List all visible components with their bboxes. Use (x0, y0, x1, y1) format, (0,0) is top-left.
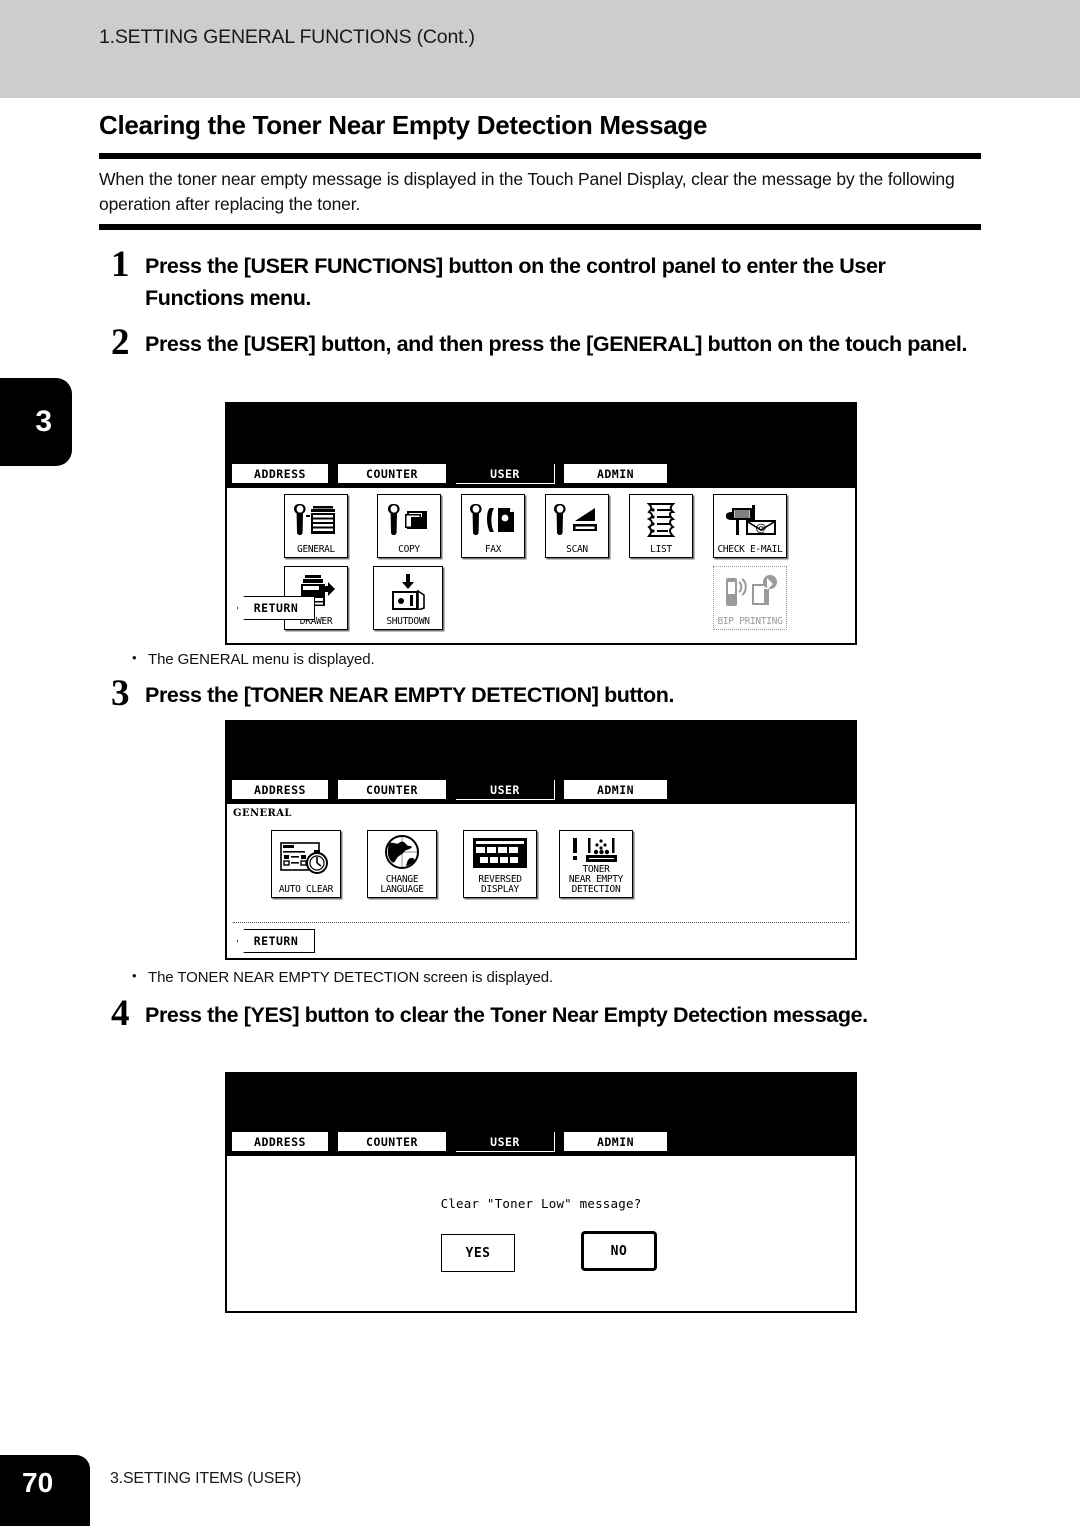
panel-titlebar: ADDRESS COUNTER USER ADMIN (227, 722, 855, 804)
touch-panel-general-menu: ADDRESS COUNTER USER ADMIN GENERAL AUTO … (225, 720, 857, 960)
step-2-number: 2 (111, 322, 130, 363)
power-switch-icon (374, 567, 442, 617)
intro-paragraph: When the toner near empty message is dis… (99, 169, 955, 214)
tab-user[interactable]: USER (454, 778, 556, 801)
key-bip-printing[interactable]: BIP PRINTING (713, 566, 787, 630)
panel-tab-row: ADDRESS COUNTER USER ADMIN (227, 778, 668, 801)
wrench-scanner-icon (546, 495, 608, 545)
tab-counter[interactable]: COUNTER (337, 779, 447, 800)
yes-button[interactable]: YES (441, 1234, 515, 1272)
tab-counter[interactable]: COUNTER (337, 1131, 447, 1152)
key-label: GENERAL (297, 544, 335, 555)
tab-admin[interactable]: ADMIN (563, 463, 668, 484)
caption-1: The GENERAL menu is displayed. (132, 650, 375, 668)
key-label: SCAN (566, 544, 588, 555)
key-label: CHECK E-MAIL (717, 544, 783, 555)
touch-panel-user-menu: ADDRESS COUNTER USER ADMIN GENERAL COPY … (225, 402, 857, 645)
step-4: 4 Press the [YES] button to clear the To… (99, 995, 989, 1032)
step-2-text: Press the [USER] button, and then press … (145, 332, 968, 356)
no-button[interactable]: NO (582, 1232, 656, 1270)
key-label: LIST (650, 544, 672, 555)
panel-tab-row: ADDRESS COUNTER USER ADMIN (227, 1130, 668, 1153)
divider-dotted (233, 922, 849, 923)
panel-tab-row: ADDRESS COUNTER USER ADMIN (227, 462, 668, 485)
footer-page-tab: 70 (0, 1455, 90, 1526)
panel-body: GENERAL (227, 488, 855, 643)
key-reversed-display[interactable]: REVERSED DISPLAY (463, 830, 537, 898)
tab-address[interactable]: ADDRESS (231, 463, 329, 484)
wrench-copier-icon (285, 495, 347, 545)
svg-text:@: @ (756, 522, 767, 535)
divider-top (99, 153, 981, 159)
key-check-email[interactable]: @ CHECK E-MAIL (713, 494, 787, 558)
tab-user[interactable]: USER (454, 1130, 556, 1153)
panel-titlebar: ADDRESS COUNTER USER ADMIN (227, 404, 855, 488)
key-label: CHANGE LANGUAGE (380, 874, 424, 895)
panel-body: GENERAL (227, 804, 855, 958)
page-number: 70 (22, 1467, 54, 1498)
page-title: Clearing the Toner Near Empty Detection … (99, 110, 708, 140)
key-auto-clear[interactable]: AUTO CLEAR (271, 830, 341, 898)
panel-titlebar: ADDRESS COUNTER USER ADMIN (227, 1074, 855, 1156)
key-label: FAX (484, 544, 502, 555)
breadcrumb: GENERAL (233, 808, 292, 819)
document-list-icon (630, 495, 692, 545)
header-band (0, 0, 1080, 98)
key-label: AUTO CLEAR (278, 884, 334, 895)
key-list[interactable]: LIST (629, 494, 693, 558)
panel-body: Clear "Toner Low" message? YES NO (227, 1156, 855, 1311)
window-stopwatch-icon (272, 831, 340, 885)
footer-chapter: 3.SETTING ITEMS (USER) (110, 1470, 302, 1487)
key-change-language[interactable]: CHANGE LANGUAGE (367, 830, 437, 898)
key-fax[interactable]: FAX (461, 494, 525, 558)
confirm-message: Clear "Toner Low" message? (440, 1196, 642, 1211)
step-2: 2 Press the [USER] button, and then pres… (99, 324, 989, 361)
step-3-number: 3 (111, 673, 130, 714)
running-head: 1.SETTING GENERAL FUNCTIONS (Cont.) (99, 26, 475, 48)
manual-page: 1.SETTING GENERAL FUNCTIONS (Cont.) Clea… (0, 0, 1080, 1526)
return-button[interactable]: RETURN (237, 596, 315, 620)
toner-empty-icon (560, 835, 632, 865)
key-shutdown[interactable]: SHUTDOWN (373, 566, 443, 630)
key-copy[interactable]: COPY (377, 494, 441, 558)
tab-admin[interactable]: ADMIN (563, 1131, 668, 1152)
key-toner-near-empty-detection[interactable]: TONER NEAR EMPTY DETECTION (559, 830, 633, 898)
return-button[interactable]: RETURN (237, 929, 315, 953)
caption-2: The TONER NEAR EMPTY DETECTION screen is… (132, 968, 553, 986)
step-4-number: 4 (111, 993, 130, 1034)
divider-bottom (99, 224, 981, 230)
tab-counter[interactable]: COUNTER (337, 463, 447, 484)
step-1-number: 1 (111, 244, 130, 285)
key-label: BIP PRINTING (717, 616, 783, 627)
key-label: TONER NEAR EMPTY DETECTION (568, 864, 624, 895)
key-label: REVERSED DISPLAY (478, 874, 522, 895)
tab-address[interactable]: ADDRESS (231, 1131, 329, 1152)
tab-user[interactable]: USER (454, 462, 556, 485)
chapter-tab: 3 (0, 378, 72, 466)
step-4-text: Press the [YES] button to clear the Tone… (145, 1003, 868, 1027)
mailbox-at-icon: @ (714, 495, 786, 545)
step-1-text: Press the [USER FUNCTIONS] button on the… (145, 254, 886, 310)
key-label: COPY (398, 544, 420, 555)
key-label: SHUTDOWN (386, 616, 430, 627)
key-scan[interactable]: SCAN (545, 494, 609, 558)
bluetooth-phone-print-icon (714, 567, 786, 617)
tab-admin[interactable]: ADMIN (563, 779, 668, 800)
tab-address[interactable]: ADDRESS (231, 779, 329, 800)
chapter-tab-number: 3 (35, 405, 52, 438)
step-3-text: Press the [TONER NEAR EMPTY DETECTION] b… (145, 683, 675, 707)
touch-panel-confirm: ADDRESS COUNTER USER ADMIN Clear "Toner … (225, 1072, 857, 1313)
step-3: 3 Press the [TONER NEAR EMPTY DETECTION]… (99, 675, 989, 712)
step-1: 1 Press the [USER FUNCTIONS] button on t… (99, 246, 989, 314)
wrench-page-icon (378, 495, 440, 545)
inverted-panel-icon (464, 831, 536, 875)
globe-icon (368, 831, 436, 875)
wrench-fax-icon (462, 495, 524, 545)
key-general[interactable]: GENERAL (284, 494, 348, 558)
